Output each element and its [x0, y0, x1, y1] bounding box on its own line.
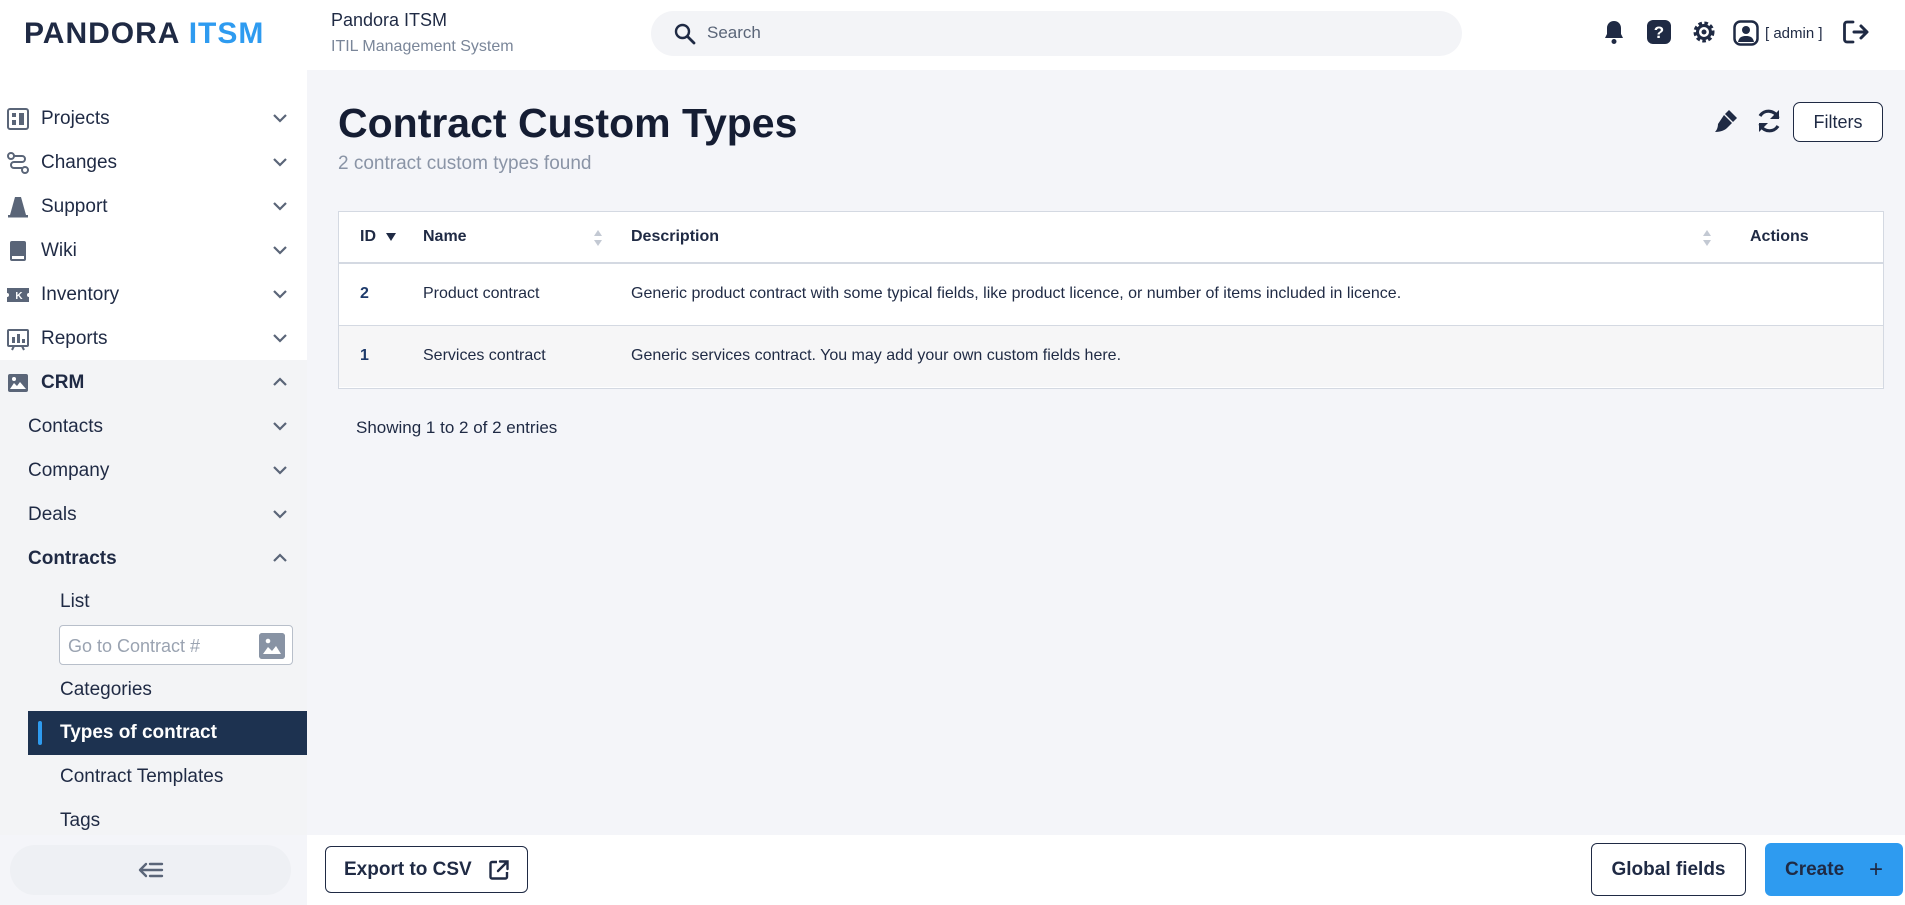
table-header-row: ID Name Description Actions [339, 212, 1883, 264]
changes-icon [7, 152, 29, 174]
create-button[interactable]: Create + [1765, 843, 1903, 896]
cell-id[interactable]: 1 [339, 325, 403, 387]
search-icon [674, 23, 696, 45]
wiki-icon [10, 241, 26, 261]
collapse-sidebar-button[interactable] [10, 845, 291, 895]
logo-main-text: PANDORA [24, 17, 180, 50]
top-header: PANDORA ITSM Pandora ITSM ITIL Managemen… [0, 0, 1905, 70]
export-csv-button[interactable]: Export to CSV [325, 846, 528, 893]
chevron-down-icon [273, 422, 287, 431]
chevron-down-icon [273, 158, 287, 167]
sidebar-item-reports[interactable]: Reports [0, 320, 307, 358]
sort-icon [1703, 230, 1711, 246]
chevron-up-icon [273, 377, 287, 386]
column-header-id[interactable]: ID [339, 212, 403, 264]
sidebar-item-contracts-list[interactable]: List [28, 580, 307, 624]
column-header-actions: Actions [1720, 212, 1883, 264]
table-row[interactable]: 2 Product contract Generic product contr… [339, 263, 1883, 326]
sidebar-item-contract-templates[interactable]: Contract Templates [28, 755, 307, 799]
app-subtitle: ITIL Management System [331, 38, 514, 55]
sidebar-item-crm[interactable]: CRM [0, 364, 307, 402]
page-subtitle: 2 contract custom types found [338, 153, 592, 174]
global-fields-button[interactable]: Global fields [1591, 843, 1746, 896]
sidebar-item-support[interactable]: Support [0, 188, 307, 226]
chevron-down-icon [273, 466, 287, 475]
help-icon[interactable]: ? [1645, 18, 1673, 46]
cell-id[interactable]: 2 [339, 263, 403, 326]
plus-icon: + [1868, 856, 1883, 883]
cell-description: Generic product contract with some typic… [611, 263, 1720, 326]
logout-icon[interactable] [1842, 18, 1870, 46]
crm-icon [8, 374, 28, 392]
cell-actions [1720, 263, 1883, 326]
app-logo[interactable]: PANDORA ITSM [24, 17, 264, 51]
types-table: ID Name Description Actions 2 Product co… [338, 211, 1884, 389]
support-icon [8, 197, 28, 218]
pagination-info: Showing 1 to 2 of 2 entries [356, 418, 558, 437]
chevron-down-icon [273, 290, 287, 299]
chevron-down-icon [273, 114, 287, 123]
page-title: Contract Custom Types [338, 100, 798, 146]
go-image-icon[interactable] [259, 633, 285, 659]
sidebar-item-contracts[interactable]: Contracts [0, 540, 307, 578]
sidebar-item-tags[interactable]: Tags [28, 799, 307, 835]
column-header-description[interactable]: Description [611, 212, 1720, 264]
chevron-up-icon [273, 553, 287, 562]
collapse-left-icon [138, 862, 163, 878]
svg-text:K: K [15, 291, 23, 302]
goto-contract-field[interactable] [59, 625, 293, 665]
sidebar-item-company[interactable]: Company [0, 452, 307, 490]
table-row[interactable]: 1 Services contract Generic services con… [339, 325, 1883, 387]
sidebar-item-inventory[interactable]: K Inventory [0, 276, 307, 314]
sidebar-item-wiki[interactable]: Wiki [0, 232, 307, 270]
user-menu[interactable]: [ admin ] [1733, 20, 1823, 46]
sort-desc-icon [386, 232, 397, 241]
sidebar-item-changes[interactable]: Changes [0, 144, 307, 182]
search-bar[interactable] [651, 11, 1462, 56]
sidebar-item-types-of-contract[interactable]: Types of contract [28, 711, 307, 755]
filters-button[interactable]: Filters [1793, 102, 1883, 142]
logo-accent-text: ITSM [188, 17, 265, 50]
gear-icon[interactable] [1690, 18, 1718, 46]
refresh-icon[interactable] [1754, 106, 1784, 136]
projects-icon [7, 108, 29, 130]
sidebar-item-deals[interactable]: Deals [0, 496, 307, 534]
reports-icon [7, 329, 29, 351]
cell-description: Generic services contract. You may add y… [611, 325, 1720, 387]
sidebar: Projects Changes Support Wiki K Inventor… [0, 70, 307, 835]
sort-icon [594, 230, 602, 246]
cell-actions [1720, 325, 1883, 387]
app-name: Pandora ITSM [331, 10, 448, 30]
bell-icon[interactable] [1600, 18, 1628, 46]
inventory-icon: K [7, 288, 29, 302]
search-input[interactable] [707, 19, 1407, 47]
chevron-down-icon [273, 510, 287, 519]
user-icon [1733, 20, 1759, 46]
cell-name[interactable]: Product contract [403, 263, 611, 326]
svg-text:?: ? [1654, 23, 1664, 42]
external-link-icon [489, 860, 509, 880]
chevron-down-icon [273, 334, 287, 343]
chevron-down-icon [273, 246, 287, 255]
chevron-down-icon [273, 202, 287, 211]
user-label: [ admin ] [1765, 24, 1823, 42]
sidebar-item-contacts[interactable]: Contacts [0, 408, 307, 446]
sidebar-item-categories[interactable]: Categories [28, 668, 307, 712]
sidebar-item-projects[interactable]: Projects [0, 100, 307, 138]
column-header-name[interactable]: Name [403, 212, 611, 264]
goto-contract-input[interactable] [68, 634, 248, 658]
clear-filters-icon[interactable] [1711, 106, 1741, 136]
cell-name[interactable]: Services contract [403, 325, 611, 387]
